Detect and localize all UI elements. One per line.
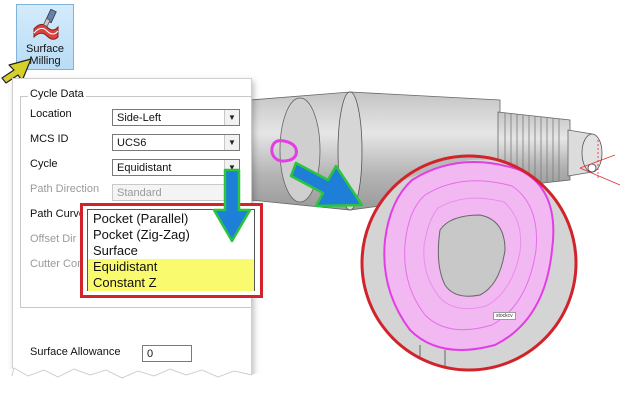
surface-milling-label-1: Surface <box>26 43 64 55</box>
offset-dir-label: Offset Dir <box>30 233 77 245</box>
stock-tag: stockcv <box>493 312 516 320</box>
cycle-value: Equidistant <box>117 162 172 174</box>
surface-milling-icon <box>33 9 59 40</box>
mcs-id-label: MCS ID <box>30 133 69 145</box>
mcs-id-select[interactable]: UCS6 ▼ <box>112 134 240 151</box>
cycle-label: Cycle <box>30 158 58 170</box>
surface-allowance-value: 0 <box>147 348 154 360</box>
mcs-id-value: UCS6 <box>117 137 147 149</box>
path-direction-label: Path Direction <box>30 183 100 195</box>
path-direction-value: Standard <box>117 187 162 199</box>
cutter-con-label: Cutter Con <box>30 258 84 270</box>
torn-edge <box>0 367 260 401</box>
path-curve-label: Path Curve <box>30 208 86 220</box>
group-title: Cycle Data <box>28 88 86 100</box>
chevron-down-icon[interactable]: ▼ <box>224 110 239 125</box>
dropdown-option-constant-z[interactable]: Constant Z <box>88 275 254 291</box>
location-select[interactable]: Side-Left ▼ <box>112 109 240 126</box>
down-arrow-icon <box>212 168 252 243</box>
location-label: Location <box>30 108 72 120</box>
chevron-down-icon[interactable]: ▼ <box>224 135 239 150</box>
dropdown-option-equidistant[interactable]: Equidistant <box>88 259 254 275</box>
location-value: Side-Left <box>117 112 162 124</box>
dropdown-option-surface[interactable]: Surface <box>88 243 254 259</box>
surface-allowance-label: Surface Allowance <box>30 346 121 358</box>
